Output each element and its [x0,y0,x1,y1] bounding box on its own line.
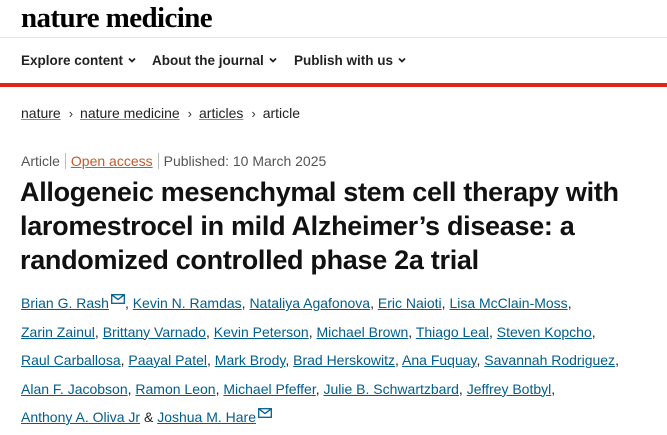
meta-divider [64,153,66,169]
breadcrumb-link-articles[interactable]: articles [199,105,243,121]
breadcrumb-link-nature-medicine[interactable]: nature medicine [80,105,180,121]
main-nav: Explore content About the journal Publis… [0,39,667,83]
author-link[interactable]: Alan F. Jacobson [21,381,128,397]
author-list: Brian G. Rash, Kevin N. Ramdas, Nataliya… [21,289,641,432]
nav-label: Publish with us [294,53,394,68]
published-date: Published: 10 March 2025 [163,153,327,169]
article-meta: Article Open access Published: 10 March 20… [21,152,326,170]
author-link[interactable]: Brad Herskowitz [293,352,395,368]
nav-about-journal[interactable]: About the journal [152,53,277,69]
author-separator: , [124,295,133,311]
author-separator: , [458,380,467,397]
author-separator: , [615,352,619,368]
author-separator: , [567,295,572,311]
author-link[interactable]: Steven Kopcho [497,324,592,340]
author-separator: , [205,323,214,340]
article-title: Allogeneic mesenchymal stem cell therapy… [20,177,619,275]
author-conjunction: & [140,409,158,425]
author-link[interactable]: Michael Pfeffer [223,381,315,397]
author-separator: , [489,323,497,340]
site-header: nature medicine [0,0,667,38]
nav-publish-with-us[interactable]: Publish with us [294,53,406,69]
nav-explore-content[interactable]: Explore content [21,53,136,69]
chevron-down-icon [398,57,406,63]
author-link[interactable]: Julie B. Schwartzbard [324,381,459,397]
mail-icon[interactable] [258,408,272,418]
nav-label: Explore content [21,53,124,68]
author-separator: , [94,323,103,340]
author-link[interactable]: Paayal Patel [128,352,207,368]
author-link[interactable]: Ana Fuquay [402,352,476,368]
author-link[interactable]: Thiago Leal [416,324,489,340]
author-link[interactable]: Savannah Rodriguez [484,352,615,368]
breadcrumb-link-nature[interactable]: nature [21,105,61,121]
author-link[interactable]: Brian G. Rash [21,295,109,311]
nav-label: About the journal [152,53,264,68]
chevron-down-icon [128,57,136,63]
author-link[interactable]: Mark Brody [215,352,286,368]
author-link[interactable]: Michael Brown [316,324,408,340]
author-link[interactable]: Anthony A. Oliva Jr [21,409,140,425]
article-type: Article [21,153,60,169]
breadcrumb-current: article [262,105,301,121]
mail-icon[interactable] [110,294,125,304]
author-link[interactable]: Brittany Varnado [103,324,206,340]
open-access-link[interactable]: Open access [71,153,153,169]
journal-logo[interactable]: nature medicine [21,1,213,35]
chevron-right-icon: › [251,106,256,121]
author-separator: , [207,352,215,368]
author-separator: , [285,352,294,368]
author-separator: , [551,380,556,397]
author-separator: , [395,352,403,368]
author-link[interactable]: Zarin Zainul [21,324,95,340]
chevron-right-icon: › [68,106,74,121]
breadcrumb: nature › nature medicine › articles › article [21,104,300,123]
author-separator: , [408,323,416,340]
author-link[interactable]: Jeffrey Botbyl [467,381,552,397]
author-separator: , [315,380,324,397]
accent-bar [0,83,667,87]
author-separator: , [370,295,378,311]
author-link[interactable]: Raul Carballosa [21,352,121,368]
author-link[interactable]: Lisa McClain-Moss [449,295,567,311]
author-separator: , [591,323,596,340]
chevron-down-icon [269,57,277,63]
author-link[interactable]: Nataliya Agafonova [249,295,370,311]
author-link[interactable]: Joshua M. Hare [157,409,256,425]
author-link[interactable]: Kevin Peterson [214,324,309,340]
meta-divider [157,153,159,169]
author-link[interactable]: Ramon Leon [135,381,215,397]
author-link[interactable]: Kevin N. Ramdas [133,295,242,311]
author-link[interactable]: Eric Naioti [378,295,442,311]
chevron-right-icon: › [187,106,193,121]
